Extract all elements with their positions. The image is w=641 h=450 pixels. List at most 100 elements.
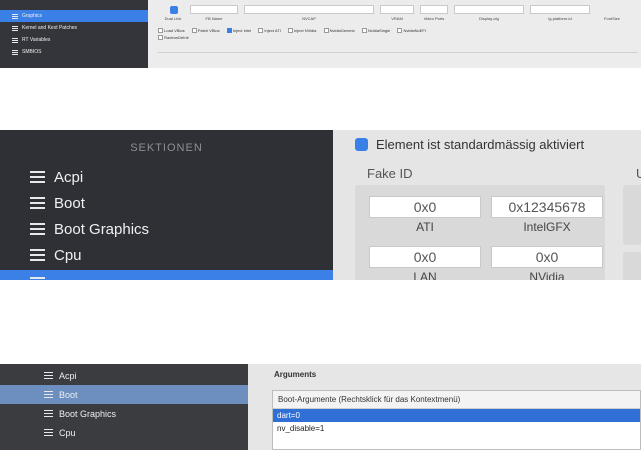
- panel-graphics: Graphics Kernel and Kext Patches RT Vari…: [0, 0, 641, 68]
- list-icon: [30, 277, 45, 280]
- display-cfg-field[interactable]: [454, 5, 524, 14]
- sidebar-item-kernel-kext[interactable]: Kernel and Kext Patches: [0, 22, 148, 34]
- inject-intel-checkbox[interactable]: Inject Intel: [226, 28, 251, 34]
- vram-field[interactable]: [380, 5, 414, 14]
- sidebar-item-acpi[interactable]: Acpi: [0, 164, 333, 190]
- checkbox-box: [323, 28, 329, 34]
- sidebar-item-rt-variables[interactable]: RT Variables: [0, 34, 148, 46]
- sidebar-item-label: Boot: [54, 194, 85, 212]
- side-group-label: U: [636, 166, 641, 181]
- checkbox-box: [258, 28, 264, 34]
- checkbox-label: Inject NVidia: [294, 28, 317, 33]
- sidebar-item-boot[interactable]: Boot: [0, 385, 248, 404]
- caption-fb-name: FB Name: [205, 16, 223, 21]
- nvidia-no-efi-checkbox[interactable]: NvidiaNoEFI: [397, 28, 426, 34]
- ati-caption: ATI: [416, 220, 434, 234]
- panel-boot: Acpi Boot Boot Graphics Cpu Arguments Bo…: [0, 364, 641, 450]
- sidebar-item-boot-graphics[interactable]: Boot Graphics: [0, 216, 333, 242]
- boot-args-header: Boot-Argumente (Rechtsklick für das Kont…: [273, 391, 640, 409]
- sidebar-item-label: Acpi: [59, 370, 77, 381]
- caption-font-size: FontSize: [604, 16, 620, 21]
- patch-vbios-checkbox[interactable]: Patch VBios: [191, 28, 220, 34]
- checkbox-box: [158, 28, 163, 34]
- sidebar-item-acpi[interactable]: Acpi: [0, 366, 248, 385]
- list-icon: [44, 409, 53, 418]
- ig-platform-id-field[interactable]: [530, 5, 590, 14]
- inject-ati-checkbox[interactable]: Inject ATI: [258, 28, 281, 34]
- side-group: [623, 185, 641, 245]
- fb-name-field[interactable]: [190, 5, 238, 14]
- ati-field[interactable]: 0x0: [369, 196, 481, 218]
- list-icon: [12, 25, 18, 31]
- nvidia-single-checkbox[interactable]: NvidiaSingle: [361, 28, 391, 34]
- sidebar-item-smbios[interactable]: SMBIOS: [0, 46, 148, 58]
- enabled-checkbox[interactable]: Element ist standardmässig aktiviert: [355, 136, 584, 152]
- checkbox-label: NvidiaGeneric: [329, 28, 355, 33]
- list-icon: [12, 37, 18, 43]
- sidebar-item-label: Kernel and Kext Patches: [22, 25, 78, 31]
- list-icon: [12, 49, 18, 55]
- boot-arg-row[interactable]: dart=0: [273, 409, 640, 422]
- caption-display-cfg: Display-cfg: [479, 16, 499, 21]
- list-icon: [30, 171, 45, 183]
- dual-link-stepper[interactable]: [170, 6, 178, 14]
- checkbox-label: NvidiaSingle: [368, 28, 391, 33]
- list-icon: [44, 428, 53, 437]
- radeon-deinit-checkbox[interactable]: RadeonDeInit: [158, 35, 189, 41]
- sidebar-item-label: Graphics: [22, 13, 43, 19]
- sidebar: Graphics Kernel and Kext Patches RT Vari…: [0, 0, 148, 68]
- arguments-title: Arguments: [274, 370, 317, 379]
- sidebar-item-boot-graphics[interactable]: Boot Graphics: [0, 404, 248, 423]
- caption-vram: VRAM: [391, 16, 403, 21]
- devices-content: Element ist standardmässig aktiviert Fak…: [333, 130, 641, 280]
- inject-nvidia-checkbox[interactable]: Inject NVidia: [287, 28, 317, 34]
- list-icon: [44, 390, 53, 399]
- intelgfx-caption: IntelGFX: [523, 220, 571, 234]
- checkbox-box: [226, 28, 232, 34]
- list-icon: [12, 13, 18, 19]
- nvcap-field[interactable]: [244, 5, 374, 14]
- checkbox-label: RadeonDeInit: [164, 35, 189, 40]
- sidebar-item-label: Cpu: [54, 246, 82, 264]
- sidebar-item-label: RT Variables: [22, 37, 51, 43]
- panel-devices: SEKTIONEN Acpi Boot Boot Graphics Cpu El…: [0, 130, 641, 280]
- nvidia-generic-checkbox[interactable]: NvidiaGeneric: [323, 28, 355, 34]
- section-header: SEKTIONEN: [130, 142, 203, 154]
- sidebar: SEKTIONEN Acpi Boot Boot Graphics Cpu: [0, 130, 333, 280]
- boot-args-table: Boot-Argumente (Rechtsklick für das Kont…: [272, 390, 641, 450]
- caption-ig-platform-id: ig-platform-id: [548, 16, 572, 21]
- sidebar-item-boot[interactable]: Boot: [0, 190, 333, 216]
- intelgfx-field[interactable]: 0x12345678: [491, 196, 603, 218]
- checkbox-box: [397, 28, 403, 34]
- sidebar-item-graphics[interactable]: Graphics: [0, 10, 148, 22]
- checkbox-box: [191, 28, 197, 34]
- list-icon: [30, 249, 45, 261]
- load-vbios-checkbox[interactable]: Load VBios: [158, 28, 185, 34]
- boot-arg-row[interactable]: nv_disable=1: [273, 422, 640, 435]
- video-ports-field[interactable]: [420, 5, 448, 14]
- nvidia-field[interactable]: 0x0: [491, 246, 603, 268]
- checkbox-box: [158, 35, 163, 41]
- sidebar-item-cpu[interactable]: Cpu: [0, 423, 248, 442]
- boot-content: Arguments Boot-Argumente (Rechtsklick fü…: [248, 364, 641, 450]
- list-icon: [30, 197, 45, 209]
- checkbox-label: Element ist standardmässig aktiviert: [376, 136, 585, 152]
- checkbox-box: [287, 28, 293, 34]
- list-icon: [44, 371, 53, 380]
- checkbox-row: Load VBios Patch VBios Inject Intel Inje…: [158, 27, 638, 41]
- sidebar-item-label: Boot: [59, 389, 78, 400]
- nvidia-caption: NVidia: [529, 270, 565, 280]
- graphics-content: Dual Link FB Name NVCAP VRAM Video Ports…: [148, 0, 641, 68]
- caption-dual-link: Dual Link: [164, 16, 182, 21]
- sidebar-item-label: SMBIOS: [22, 49, 42, 55]
- sidebar: Acpi Boot Boot Graphics Cpu: [0, 364, 248, 450]
- fake-id-title: Fake ID: [367, 166, 413, 181]
- list-icon: [30, 223, 45, 235]
- divider: [158, 52, 638, 53]
- sidebar-item-cpu[interactable]: Cpu: [0, 242, 333, 268]
- checkbox-label: Inject ATI: [264, 28, 281, 33]
- checkbox-label: Patch VBios: [197, 28, 220, 33]
- sidebar-item-label: Acpi: [54, 168, 84, 186]
- lan-field[interactable]: 0x0: [369, 246, 481, 268]
- sidebar-item-devices[interactable]: [0, 270, 333, 280]
